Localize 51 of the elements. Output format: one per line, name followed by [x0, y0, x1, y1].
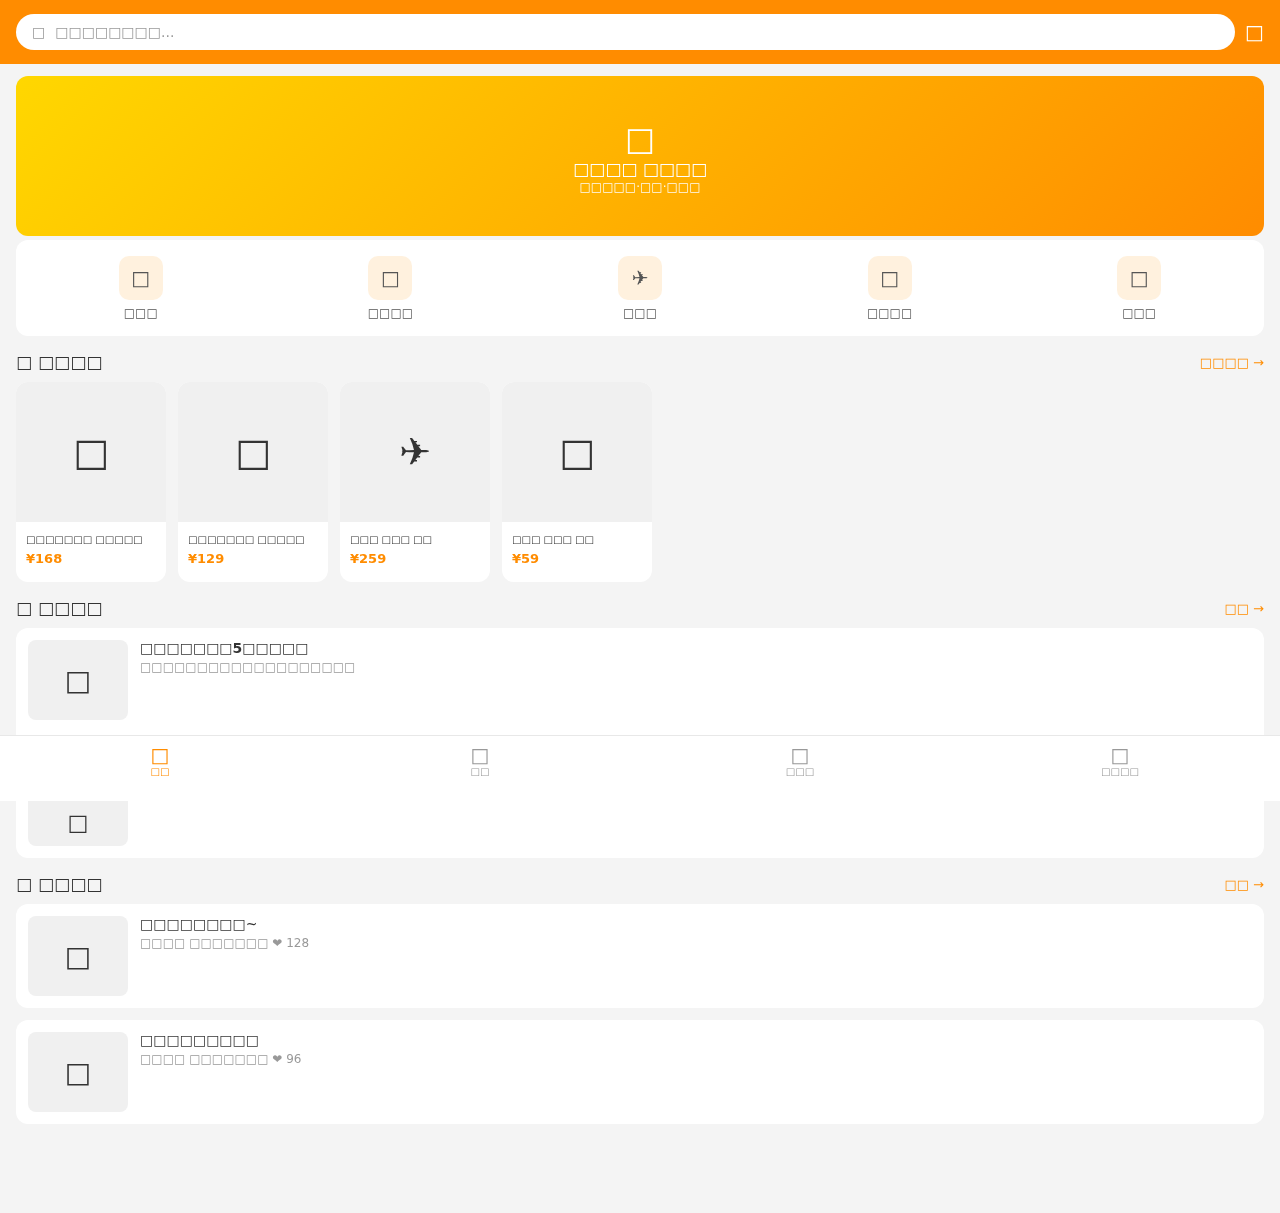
post-card[interactable]: □ □□□□□□□□~ □□□□ □□□□□□□ ❤ 128 — [16, 904, 1264, 1008]
product-icon: □ — [70, 433, 112, 471]
section-title: □□□□ — [38, 352, 103, 372]
post-card[interactable]: □ □□□□□□□□□ □□□□ □□□□□□□ ❤ 96 — [16, 1020, 1264, 1124]
product-price: ¥129 — [188, 551, 226, 566]
post-icon: □ — [64, 1055, 92, 1089]
product-name: □□□ □□□ □□ — [350, 534, 433, 545]
product-card[interactable]: □ □□□ □□□ □□ ¥59 — [502, 382, 652, 582]
post-title: □□□□□□□□~ — [140, 916, 259, 932]
section-icon: □ — [16, 874, 33, 894]
post-title: □□□□□□□□□ — [140, 1032, 261, 1048]
product-name: □□□□□□□ □□□□□ — [26, 534, 144, 545]
category-label[interactable]: □□□ — [1122, 306, 1157, 320]
category-label[interactable]: □□□ — [123, 306, 158, 320]
category-icon[interactable]: ✈ — [618, 256, 662, 300]
product-name: □□□□□□□ □□□□□ — [188, 534, 306, 545]
product-icon: □ — [556, 433, 598, 471]
article-icon: □ — [64, 663, 92, 697]
product-name: □□□ □□□ □□ — [512, 534, 595, 545]
article-summary: □□□□□□□□□□□□□□□□□□□ — [140, 660, 356, 674]
section-icon: □ — [16, 352, 33, 372]
category-icon[interactable]: □ — [368, 256, 413, 300]
banner-icon: □ — [624, 122, 656, 158]
product-card[interactable]: □ □□□□□□□ □□□□□ ¥168 — [16, 382, 166, 582]
section-title: □□□□ — [38, 598, 103, 618]
category-icon[interactable]: □ — [1117, 256, 1162, 300]
product-price: ¥59 — [512, 551, 541, 566]
post-meta: □□□□ □□□□□□□ ❤ 96 — [140, 1052, 302, 1066]
article-icon: □ — [67, 812, 89, 834]
category-icon[interactable]: □ — [118, 256, 163, 300]
banner-title: □□□□ □□□□ — [573, 157, 707, 180]
category-label[interactable]: □□□□ — [866, 306, 913, 320]
section-title: □□□□ — [38, 874, 103, 894]
category-label[interactable]: □□□ — [622, 306, 657, 320]
product-price: ¥259 — [350, 551, 388, 566]
product-icon: □ — [232, 433, 274, 471]
product-card[interactable]: ✈ □□□ □□□ □□ ¥259 — [340, 382, 490, 582]
product-card[interactable]: □ □□□□□□□ □□□□□ ¥129 — [178, 382, 328, 582]
article-title[interactable]: □□□□□□□5□□□□□ — [140, 640, 356, 656]
search-input[interactable]: □□□□□□□□... — [53, 23, 1220, 41]
article-thumbnail[interactable]: □ — [28, 800, 128, 846]
search-icon: □ — [32, 24, 46, 40]
category-label[interactable]: □□□□ — [367, 306, 414, 320]
product-icon: ✈ — [394, 433, 436, 471]
category-icon[interactable]: □ — [867, 256, 912, 300]
post-meta: □□□□ □□□□□□□ ❤ 128 — [140, 936, 310, 950]
post-icon: □ — [64, 939, 92, 973]
article-thumbnail[interactable]: □ — [28, 640, 128, 720]
banner-subtitle: □□□□□·□□·□□□ — [579, 179, 701, 194]
section-icon: □ — [16, 598, 33, 618]
product-price: ¥168 — [26, 551, 64, 566]
